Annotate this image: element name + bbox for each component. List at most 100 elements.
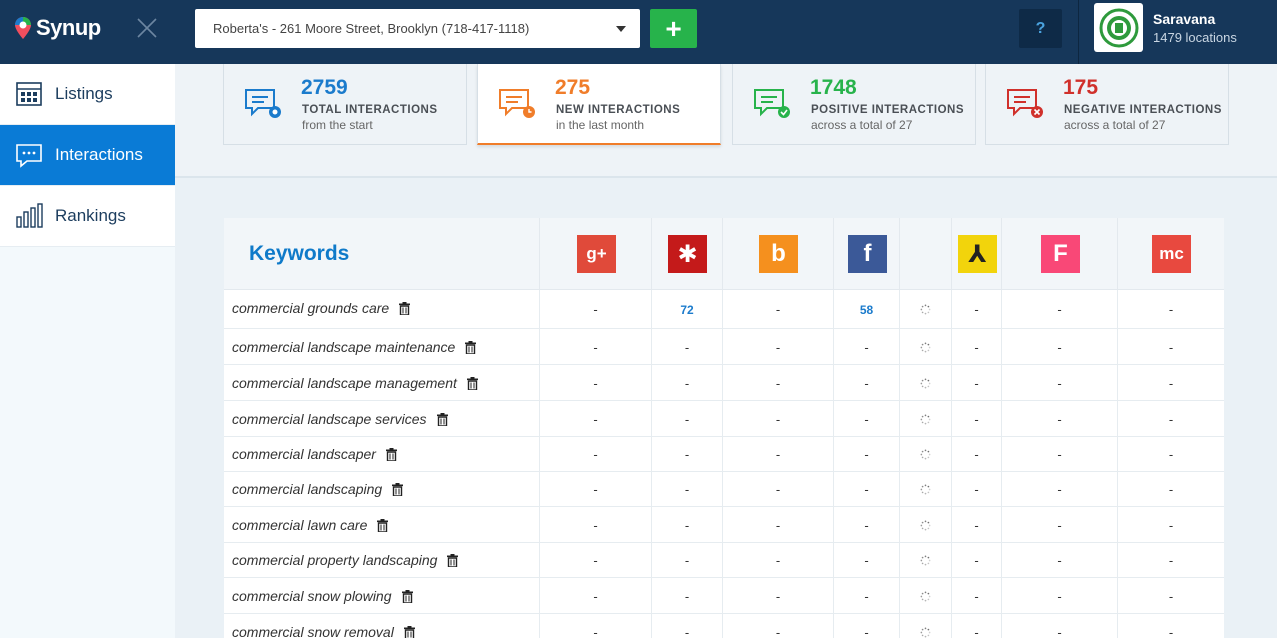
rank-cell: - [951,542,1001,578]
rank-cell: - [539,329,651,365]
sidebar-item-label: Listings [55,84,113,103]
stat-card-negative[interactable]: 175 NEGATIVE INTERACTIONS across a total… [985,64,1229,145]
rank-cell: - [1001,290,1117,329]
help-button[interactable]: ? [1019,9,1062,48]
rank-cell: - [1117,614,1224,638]
trash-icon[interactable] [401,589,413,603]
rank-cell: - [1117,578,1224,614]
rank-cell: - [722,578,833,614]
bing-icon[interactable]: b [759,235,798,273]
sidebar-item-rankings[interactable]: Rankings [0,186,175,247]
rank-cell: - [651,614,722,638]
rank-cell: - [951,614,1001,638]
rank-cell: 72 [651,290,722,329]
trash-icon[interactable] [436,412,448,426]
rank-cell: - [722,507,833,543]
keyword-text: commercial property landscaping [232,552,438,568]
trash-icon[interactable] [403,625,415,638]
rank-cell: - [1117,401,1224,437]
stat-card-new[interactable]: 275 NEW INTERACTIONS in the last month [477,64,721,145]
trash-icon[interactable] [377,518,389,532]
table-row: commercial snow removal - - - - - - - [224,614,1224,638]
stats-band: 2759 TOTAL INTERACTIONS from the start 2… [175,64,1277,178]
rank-cell: - [951,365,1001,401]
rank-cell: - [951,578,1001,614]
rank-cell: - [1117,365,1224,401]
chevron-down-icon [616,26,626,32]
google-plus-icon[interactable]: g+ [577,235,616,273]
rank-cell: - [651,507,722,543]
trash-icon[interactable] [447,553,459,567]
yelp-icon[interactable]: ✱ [668,235,707,273]
trash-icon[interactable] [466,376,478,390]
sidebar-item-listings[interactable]: Listings [0,64,175,125]
rank-cell: - [651,542,722,578]
rank-cell: - [722,614,833,638]
rank-cell: - [722,542,833,578]
stat-value: 175 [1063,76,1099,99]
rank-cell: - [833,329,899,365]
table-row: commercial grounds care -72-58- - - [224,290,1224,329]
close-sidebar-icon[interactable] [136,17,158,39]
keyword-cell: commercial landscaper [232,446,397,462]
foursquare-icon[interactable]: F [1041,235,1080,273]
synup-pin-icon [15,17,31,39]
rank-cell: - [951,401,1001,437]
stat-card-total[interactable]: 2759 TOTAL INTERACTIONS from the start [223,64,467,145]
trash-icon[interactable] [465,340,477,354]
keyword-cell: commercial landscaping [232,481,404,497]
table-row: commercial snow plowing - - - - - - - [224,578,1224,614]
loading-spinner-icon [920,591,931,601]
rank-cell: - [651,471,722,507]
rank-cell: - [1001,436,1117,472]
keyword-cell: commercial snow plowing [232,588,413,604]
rank-cell: - [539,471,651,507]
user-name[interactable]: Saravana [1153,11,1215,27]
merchantcircle-icon[interactable]: mc [1152,235,1191,273]
facebook-icon[interactable]: f [848,235,887,273]
source-column-header: f [833,218,899,290]
keyword-text: commercial snow plowing [232,588,392,604]
add-location-button[interactable]: + [650,9,697,48]
stat-value: 275 [555,76,591,99]
stat-card-positive[interactable]: 1748 POSITIVE INTERACTIONS across a tota… [732,64,976,145]
table-row: commercial landscape services - - - - - - - [224,401,1224,437]
stat-subtext: across a total of 27 [1064,118,1166,132]
trash-icon[interactable] [392,482,404,496]
avatar[interactable] [1094,3,1143,52]
rank-cell: - [951,436,1001,472]
rank-cell: - [539,365,651,401]
sidebar-item-label: Interactions [55,145,143,164]
table-row: commercial landscaping - - - - - - - [224,471,1224,507]
keyword-text: commercial landscape management [232,375,457,391]
rank-cell: - [1001,471,1117,507]
stat-label: NEW INTERACTIONS [556,104,681,116]
rank-cell: - [651,436,722,472]
rank-cell [899,542,951,578]
source-column-header: ✱ [651,218,722,290]
stat-label: NEGATIVE INTERACTIONS [1064,104,1222,116]
keyword-cell: commercial lawn care [232,517,389,533]
rank-cell: - [1001,401,1117,437]
keyword-text: commercial lawn care [232,517,368,533]
source-column-header [899,218,951,290]
stat-value: 1748 [810,76,857,99]
rank-cell: - [722,365,833,401]
trash-icon[interactable] [399,301,411,315]
synup-logo[interactable]: Synup [14,13,101,43]
rank-cell: - [1117,329,1224,365]
source-column-header: F [1001,218,1117,290]
yellowpages-icon[interactable]: ⅄ [958,235,997,273]
rank-cell: - [1117,542,1224,578]
rank-cell [899,614,951,638]
trash-icon[interactable] [385,447,397,461]
sidebar-item-interactions[interactable]: Interactions [0,125,175,186]
location-select[interactable]: Roberta's - 261 Moore Street, Brooklyn (… [195,9,640,48]
rank-cell: - [722,401,833,437]
bar-chart-icon [16,203,43,228]
rank-cell: - [951,329,1001,365]
rank-cell: - [1117,507,1224,543]
keywords-table: Keywords g+ ✱ b f ⅄ Fmc commercial grounds ca… [224,218,1224,638]
rank-cell: - [539,507,651,543]
rank-cell: - [722,471,833,507]
